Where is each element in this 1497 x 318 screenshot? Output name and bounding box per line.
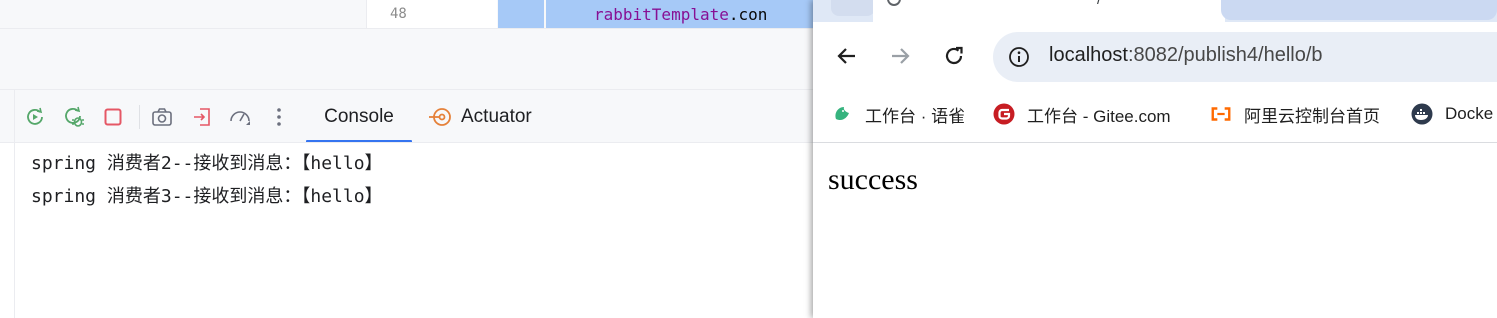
- back-icon[interactable]: [833, 42, 861, 70]
- tab-favicon-icon: [887, 0, 901, 6]
- bookmark-docker[interactable]: Docke: [1411, 101, 1493, 127]
- page-content: success: [813, 143, 1497, 318]
- tab-strip: /: [813, 0, 1497, 22]
- code-identifier: rabbitTemplate: [594, 5, 729, 24]
- active-tab[interactable]: /: [873, 0, 1225, 22]
- browser-window: / localhost:8082/publish4/hello/b 工作: [813, 0, 1497, 318]
- url-path: :8082/publish4/hello/b: [1127, 44, 1323, 66]
- run-toolbar: Console Actuator: [0, 90, 813, 143]
- more-options-icon[interactable]: [267, 105, 291, 129]
- reload-icon[interactable]: [940, 42, 968, 70]
- bookmark-yuque[interactable]: 工作台 · 语雀: [831, 101, 965, 127]
- console-line: spring 消费者3--接收到消息：【hello】: [31, 186, 383, 207]
- site-info-icon[interactable]: [1007, 45, 1031, 69]
- panel-header-area: [0, 29, 813, 89]
- code-line[interactable]: rabbitTemplate.con: [594, 5, 767, 24]
- bookmark-label: 工作台 · 语雀: [865, 106, 966, 126]
- bookmark-label: Docke: [1445, 104, 1494, 123]
- console-output[interactable]: spring 消费者2--接收到消息：【hello】 spring 消费者3--…: [0, 143, 813, 318]
- editor-gutter: [366, 0, 497, 28]
- bookmark-label: 阿里云控制台首页: [1244, 106, 1380, 126]
- ide-window: 48 rabbitTemplate.con Console Actuator s…: [0, 0, 813, 318]
- rerun-debug-icon[interactable]: [62, 105, 86, 129]
- editor-highlight: [498, 0, 544, 28]
- exit-icon[interactable]: [190, 105, 214, 129]
- toolbar-divider: [139, 105, 140, 129]
- gitee-icon: [993, 103, 1015, 125]
- url-host: localhost: [1049, 44, 1128, 66]
- tab-title: /: [1097, 0, 1101, 8]
- url-text[interactable]: localhost:8082/publish4/hello/b: [1049, 44, 1323, 67]
- console-line: spring 消费者2--接收到消息：【hello】: [31, 153, 383, 174]
- tool-window-strip: [0, 90, 15, 143]
- aliyun-icon: [1210, 103, 1232, 125]
- line-number: 48: [390, 6, 407, 22]
- response-text: success: [828, 163, 918, 196]
- tab-search-button[interactable]: [831, 0, 875, 16]
- actuator-icon: [428, 105, 452, 129]
- bookmarks-bar: 工作台 · 语雀 工作台 - Gitee.com 阿里云控制台首页 Docke: [813, 92, 1497, 136]
- rerun-icon[interactable]: [23, 105, 47, 129]
- profiler-gauge-icon[interactable]: [228, 105, 252, 129]
- inactive-tab[interactable]: [1221, 0, 1497, 20]
- tab-actuator-label: Actuator: [461, 105, 532, 127]
- bookmark-gitee[interactable]: 工作台 - Gitee.com: [993, 101, 1171, 127]
- tab-console[interactable]: Console: [306, 90, 412, 143]
- navigation-bar: localhost:8082/publish4/hello/b: [813, 22, 1497, 92]
- code-rest: .con: [728, 5, 768, 24]
- forward-icon[interactable]: [886, 42, 914, 70]
- bookmark-aliyun[interactable]: 阿里云控制台首页: [1210, 101, 1380, 127]
- tab-console-label: Console: [324, 105, 394, 127]
- bookmark-label: 工作台 - Gitee.com: [1027, 106, 1171, 126]
- screenshot-icon[interactable]: [150, 105, 174, 129]
- yuque-icon: [831, 103, 853, 125]
- address-bar[interactable]: localhost:8082/publish4/hello/b: [993, 32, 1497, 82]
- docker-icon: [1411, 103, 1433, 125]
- console-gutter: [0, 143, 15, 318]
- code-editor[interactable]: 48 rabbitTemplate.con: [0, 0, 813, 28]
- tab-actuator[interactable]: Actuator: [428, 90, 532, 143]
- stop-icon[interactable]: [101, 105, 125, 129]
